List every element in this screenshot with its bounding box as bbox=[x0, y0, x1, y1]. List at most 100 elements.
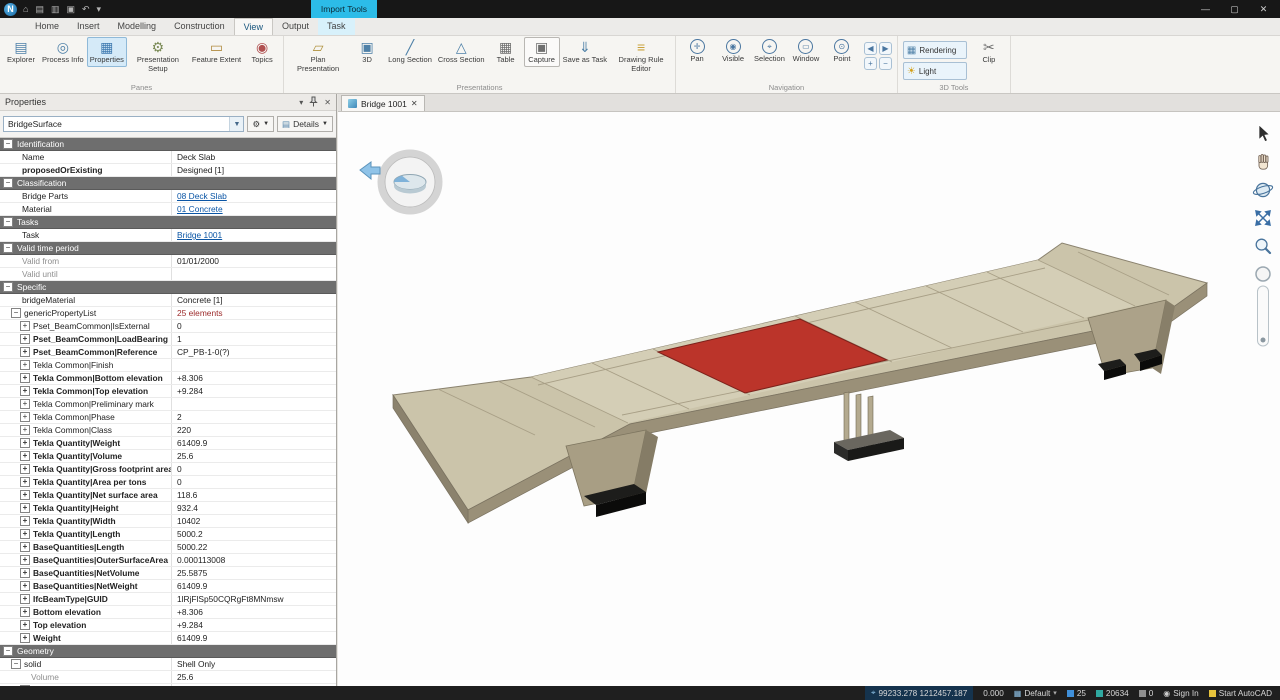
property-row[interactable]: −solidShell Only bbox=[0, 658, 336, 671]
property-row[interactable]: +BaseQuantities|OuterSurfaceArea0.000113… bbox=[0, 554, 336, 567]
middle-pier[interactable] bbox=[834, 392, 904, 461]
section-classification[interactable]: −Classification bbox=[0, 177, 336, 190]
expand-icon[interactable]: + bbox=[20, 594, 30, 604]
window-button[interactable]: ▭Window bbox=[788, 37, 824, 66]
expand-icon[interactable]: + bbox=[20, 542, 30, 552]
property-row[interactable]: +Tekla Quantity|Volume25.6 bbox=[0, 450, 336, 463]
property-row[interactable]: +Tekla Common|Bottom elevation+8.306 bbox=[0, 372, 336, 385]
tab-construction[interactable]: Construction bbox=[165, 18, 234, 35]
start-autocad[interactable]: Start AutoCAD bbox=[1209, 686, 1272, 700]
section-specific[interactable]: −Specific bbox=[0, 281, 336, 294]
contextual-tab-import-tools[interactable]: Import Tools bbox=[311, 0, 377, 18]
rendering-toggle[interactable]: ▦Rendering bbox=[903, 41, 967, 59]
collapse-icon[interactable]: − bbox=[3, 139, 13, 149]
topics-button[interactable]: ◉Topics bbox=[244, 37, 280, 67]
expand-icon[interactable]: + bbox=[20, 334, 30, 344]
property-row[interactable]: bridgeMaterialConcrete [1] bbox=[0, 294, 336, 307]
maximize-button[interactable]: ▢ bbox=[1220, 0, 1249, 18]
sign-in[interactable]: ◉Sign In bbox=[1163, 686, 1198, 700]
capture-button[interactable]: ▣Capture bbox=[524, 37, 560, 67]
save-as-task-button[interactable]: ⇓Save as Task bbox=[560, 37, 610, 67]
minimize-button[interactable]: — bbox=[1191, 0, 1220, 18]
property-row[interactable]: +Tekla Quantity|Length5000.2 bbox=[0, 528, 336, 541]
expand-icon[interactable]: + bbox=[20, 529, 30, 539]
property-row[interactable]: +Weight61409.9 bbox=[0, 632, 336, 645]
expand-icon[interactable]: + bbox=[20, 451, 30, 461]
property-row[interactable]: +Tekla Common|Phase2 bbox=[0, 411, 336, 424]
expand-icon[interactable]: + bbox=[20, 464, 30, 474]
visible-button[interactable]: ◉Visible bbox=[715, 37, 751, 66]
property-row[interactable]: +Pset_BeamCommon|LoadBearing1 bbox=[0, 333, 336, 346]
property-row[interactable]: +Tekla Quantity|Height932.4 bbox=[0, 502, 336, 515]
property-row[interactable]: +Tekla Quantity|Area per tons0 bbox=[0, 476, 336, 489]
property-row[interactable]: +Tekla Quantity|Net surface area118.6 bbox=[0, 489, 336, 502]
collapse-icon[interactable]: − bbox=[3, 217, 13, 227]
section-tasks[interactable]: −Tasks bbox=[0, 216, 336, 229]
view-compass[interactable] bbox=[352, 136, 456, 228]
expand-icon[interactable]: + bbox=[20, 516, 30, 526]
collapse-icon[interactable]: − bbox=[11, 659, 21, 669]
expand-icon[interactable]: + bbox=[20, 438, 30, 448]
expand-icon[interactable]: + bbox=[20, 620, 30, 630]
app-logo-icon[interactable]: N bbox=[4, 3, 17, 16]
zoom-out-button[interactable]: − bbox=[879, 57, 892, 70]
property-row[interactable]: +Bottom elevation+8.306 bbox=[0, 606, 336, 619]
viewport-canvas[interactable] bbox=[338, 112, 1280, 686]
property-row[interactable]: +BaseQuantities|Length5000.22 bbox=[0, 541, 336, 554]
value-link[interactable]: 08 Deck Slab bbox=[177, 190, 227, 202]
close-tab-icon[interactable]: ✕ bbox=[411, 99, 418, 108]
open-folder-icon[interactable]: ▥ bbox=[51, 4, 60, 15]
presentation-setup-button[interactable]: ⚙Presentation Setup bbox=[127, 37, 189, 75]
expand-icon[interactable]: + bbox=[20, 321, 30, 331]
zoom-in-button[interactable]: + bbox=[864, 57, 877, 70]
home-icon[interactable]: ⌂ bbox=[23, 4, 28, 14]
expand-icon[interactable]: + bbox=[20, 503, 30, 513]
property-row[interactable]: +Tekla Common|Class220 bbox=[0, 424, 336, 437]
view-preset[interactable]: ▦Default▾ bbox=[1014, 686, 1057, 700]
long-section-button[interactable]: ╱Long Section bbox=[385, 37, 435, 67]
property-row[interactable]: NameDeck Slab bbox=[0, 151, 336, 164]
save-icon[interactable]: ▣ bbox=[66, 4, 75, 15]
zoom-window-button[interactable] bbox=[1251, 234, 1275, 258]
section-identification[interactable]: −Identification bbox=[0, 138, 336, 151]
pin-icon[interactable] bbox=[309, 96, 318, 109]
details-button[interactable]: ▤Details▼ bbox=[277, 116, 333, 132]
property-row[interactable]: Material01 Concrete bbox=[0, 203, 336, 216]
collapse-icon[interactable]: − bbox=[3, 243, 13, 253]
expand-icon[interactable]: + bbox=[20, 555, 30, 565]
tab-home[interactable]: Home bbox=[26, 18, 68, 35]
plan-presentation-button[interactable]: ▱Plan Presentation bbox=[287, 37, 349, 75]
property-row[interactable]: Valid until bbox=[0, 268, 336, 281]
property-row[interactable]: +Tekla Common|Top elevation+9.284 bbox=[0, 385, 336, 398]
close-button[interactable]: ✕ bbox=[1249, 0, 1278, 18]
property-row[interactable]: Valid from01/01/2000 bbox=[0, 255, 336, 268]
value-link[interactable]: Bridge 1001 bbox=[177, 229, 222, 241]
property-row[interactable]: +BaseQuantities|NetVolume25.5875 bbox=[0, 567, 336, 580]
property-row[interactable]: +Tekla Quantity|Gross footprint area0 bbox=[0, 463, 336, 476]
property-row[interactable]: +Tekla Common|Preliminary mark bbox=[0, 398, 336, 411]
table-button[interactable]: ▦Table bbox=[488, 37, 524, 67]
property-row[interactable]: +Top elevation+9.284 bbox=[0, 619, 336, 632]
property-row[interactable]: +Tekla Common|Finish bbox=[0, 359, 336, 372]
property-row[interactable]: +Tekla Quantity|Width10402 bbox=[0, 515, 336, 528]
tab-task[interactable]: Task bbox=[318, 18, 355, 35]
orbit-button[interactable] bbox=[1251, 178, 1275, 202]
expand-icon[interactable]: + bbox=[20, 412, 30, 422]
rotate-left-button[interactable]: ◀ bbox=[864, 42, 877, 55]
property-row[interactable]: +IfcBeamType|GUID1lRjFlSp50CQRgFt8MNmsw bbox=[0, 593, 336, 606]
drawing-rule-editor-button[interactable]: ≡Drawing Rule Editor bbox=[610, 37, 672, 75]
process-info-button[interactable]: ◎Process Info bbox=[39, 37, 87, 67]
light-toggle[interactable]: ☀Light bbox=[903, 62, 967, 80]
point-button[interactable]: ⊙Point bbox=[824, 37, 860, 66]
property-row[interactable]: Volume25.6 bbox=[0, 671, 336, 684]
collapse-icon[interactable]: − bbox=[3, 282, 13, 292]
expand-icon[interactable]: + bbox=[20, 425, 30, 435]
object-count[interactable]: 20634 bbox=[1096, 686, 1129, 700]
presentation-3d-button[interactable]: ▣3D bbox=[349, 37, 385, 67]
tab-output[interactable]: Output bbox=[273, 18, 318, 35]
property-row[interactable]: −genericPropertyList25 elements bbox=[0, 307, 336, 320]
collapse-icon[interactable]: − bbox=[3, 646, 13, 656]
new-document-icon[interactable]: ▤ bbox=[35, 4, 44, 15]
feature-type-select[interactable]: BridgeSurface ▼ bbox=[3, 116, 244, 132]
collapse-icon[interactable]: − bbox=[11, 308, 21, 318]
